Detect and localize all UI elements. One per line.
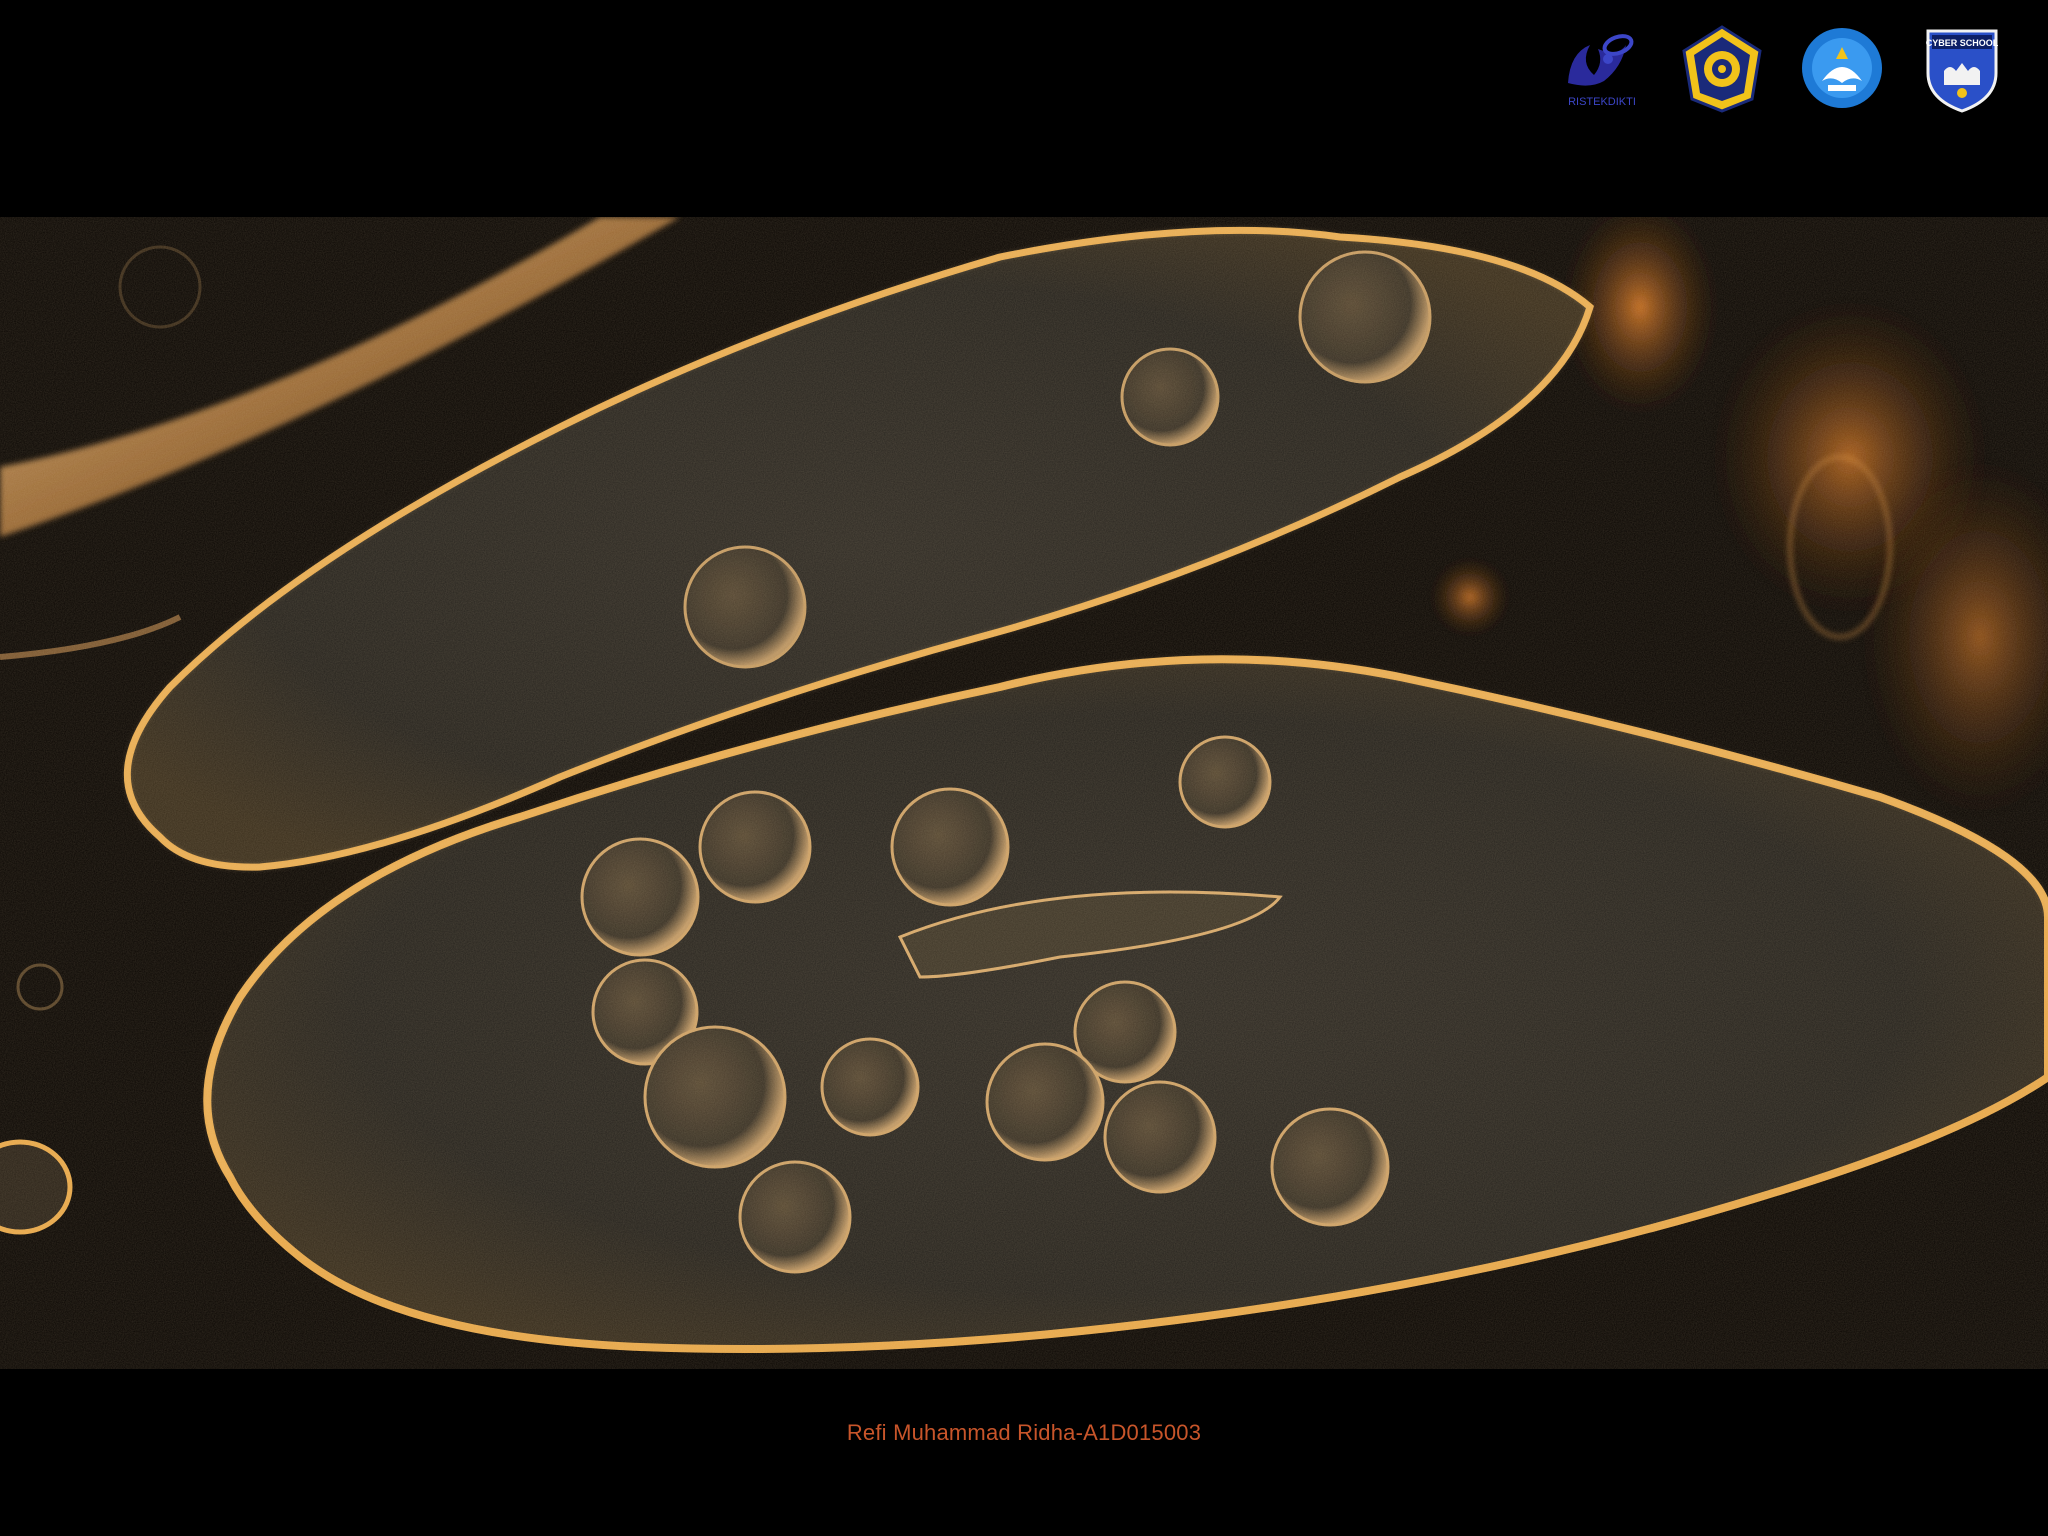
- paramecium-micrograph: [0, 217, 2048, 1369]
- ristekdikti-logo: RISTEKDIKTI: [1568, 34, 1636, 108]
- cyber-school-logo: CYBER SCHOOL: [1926, 29, 1999, 113]
- tut-wuri-handayani-logo: [1802, 28, 1882, 108]
- slide: RISTEKDIKTI CYBER SCHOOL Refi Muhammad R…: [0, 0, 2048, 1536]
- svg-text:RISTEKDIKTI: RISTEKDIKTI: [1568, 96, 1636, 108]
- university-seal-logo: [1682, 25, 1762, 113]
- logo-row: RISTEKDIKTI CYBER SCHOOL: [1560, 22, 2004, 114]
- micrograph-illustration: [0, 217, 2048, 1369]
- svg-text:CYBER SCHOOL: CYBER SCHOOL: [1926, 38, 1999, 48]
- author-caption: Refi Muhammad Ridha-A1D015003: [846, 1420, 1202, 1445]
